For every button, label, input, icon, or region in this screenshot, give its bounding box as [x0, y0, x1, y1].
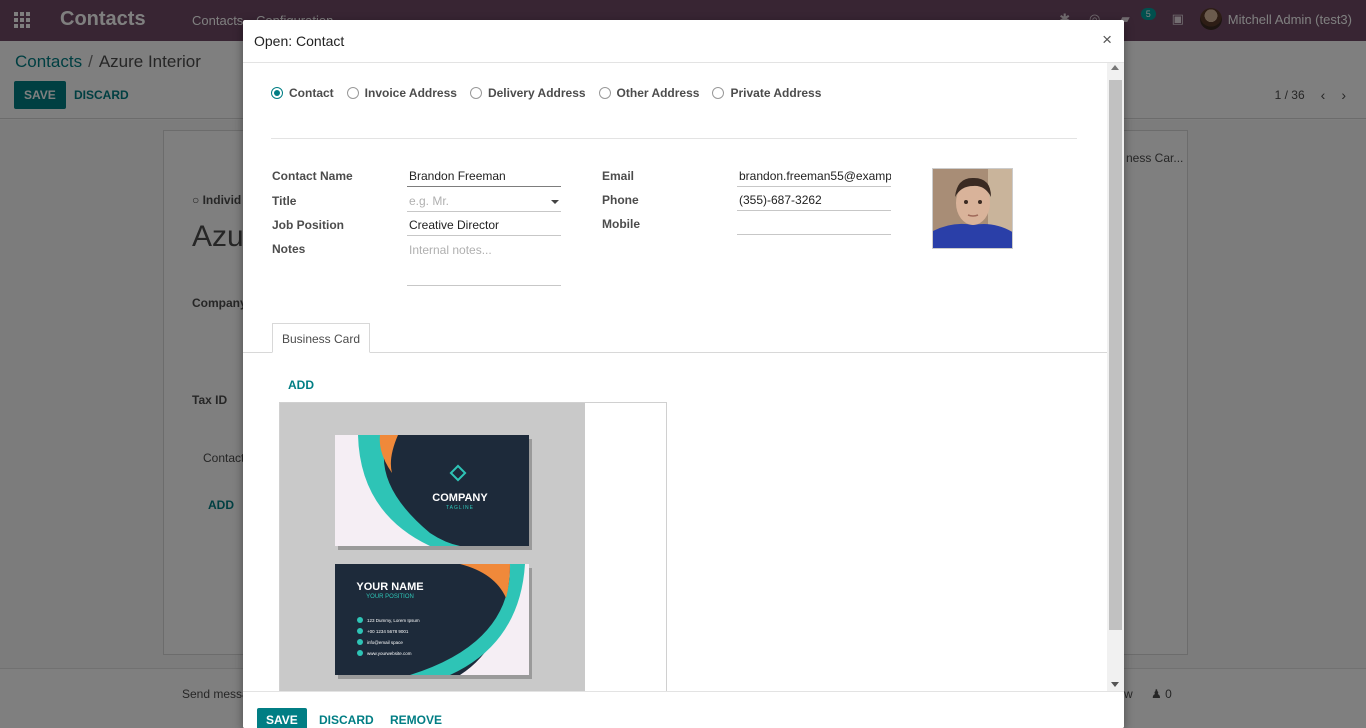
- contact-dialog: Open: Contact × Contact Invoice Address …: [243, 20, 1124, 728]
- dialog-header: Open: Contact ×: [243, 20, 1124, 63]
- add-business-card-button[interactable]: ADD: [288, 378, 314, 392]
- card-detail-address: 123 Dummy, Lorem Ipsum: [367, 618, 420, 623]
- radio-private-address[interactable]: Private Address: [712, 86, 821, 100]
- chevron-down-icon[interactable]: [551, 200, 559, 204]
- radio-invoice-address[interactable]: Invoice Address: [346, 86, 457, 100]
- dialog-discard-button[interactable]: DISCARD: [319, 713, 374, 727]
- contact-photo[interactable]: [932, 168, 1013, 249]
- email-input[interactable]: brandon.freeman55@exampl: [737, 165, 891, 187]
- contact-name-input[interactable]: Brandon Freeman: [407, 165, 561, 187]
- card-name-text: YOUR NAME: [356, 581, 423, 593]
- card-company-text: COMPANY: [432, 492, 488, 504]
- phone-input[interactable]: (355)-687-3262: [737, 189, 891, 211]
- card-detail-website: www.yourwebsite.com: [367, 651, 412, 656]
- dialog-title: Open: Contact: [254, 33, 345, 49]
- title-select[interactable]: e.g. Mr.: [407, 190, 561, 212]
- tab-strip: [243, 352, 1107, 353]
- card-position-text: YOUR POSITION: [366, 594, 414, 600]
- dialog-save-button[interactable]: SAVE: [257, 708, 307, 728]
- notes-textarea[interactable]: Internal notes...: [407, 239, 561, 286]
- card-tagline-text: TAGLINE: [446, 505, 474, 511]
- business-card-image: COMPANY TAGLINE YOUR NAME YOUR POSITION …: [280, 403, 585, 691]
- card-detail-email: info@email space: [367, 640, 403, 645]
- contact-name-label: Contact Name: [272, 169, 353, 183]
- notes-label: Notes: [272, 242, 306, 256]
- tab-business-card-active[interactable]: Business Card: [272, 323, 370, 353]
- business-card-attachment[interactable]: COMPANY TAGLINE YOUR NAME YOUR POSITION …: [279, 402, 667, 691]
- dialog-body: Contact Invoice Address Delivery Address…: [243, 63, 1107, 691]
- address-type-radio-group: Contact Invoice Address Delivery Address…: [271, 86, 834, 100]
- divider: [271, 138, 1077, 139]
- close-icon[interactable]: ×: [1102, 31, 1112, 48]
- card-detail-phone: +00 1234 5678 9001: [367, 629, 409, 634]
- dialog-scrollbar[interactable]: [1107, 63, 1124, 691]
- job-position-label: Job Position: [272, 218, 344, 232]
- scroll-down-icon[interactable]: [1111, 682, 1119, 687]
- mobile-input[interactable]: [737, 213, 891, 235]
- radio-delivery-address[interactable]: Delivery Address: [469, 86, 586, 100]
- dialog-footer: SAVE DISCARD REMOVE: [243, 691, 1124, 728]
- contact-photo-image: [933, 169, 1012, 248]
- radio-contact[interactable]: Contact: [271, 86, 334, 100]
- job-position-input[interactable]: Creative Director: [407, 214, 561, 236]
- mobile-label: Mobile: [602, 217, 640, 231]
- radio-other-address[interactable]: Other Address: [598, 86, 699, 100]
- dialog-remove-button[interactable]: REMOVE: [390, 713, 442, 727]
- phone-label: Phone: [602, 193, 639, 207]
- business-card-graphic: COMPANY TAGLINE YOUR NAME YOUR POSITION …: [280, 403, 585, 691]
- scrollbar-thumb[interactable]: [1109, 80, 1122, 630]
- title-label: Title: [272, 194, 297, 208]
- scroll-up-icon[interactable]: [1111, 65, 1119, 70]
- email-label: Email: [602, 169, 635, 183]
